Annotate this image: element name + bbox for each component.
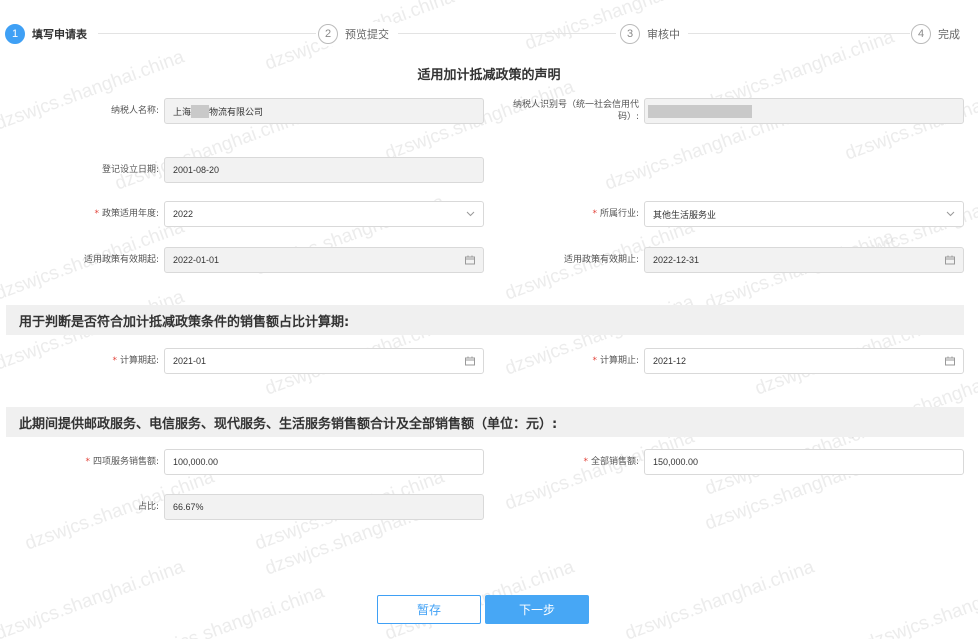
calendar-icon[interactable] bbox=[945, 356, 955, 366]
calc-end-label-text: 计算期止: bbox=[599, 356, 639, 366]
taxpayer-name-suffix: 物流有限公司 bbox=[209, 106, 264, 117]
calc-start-label: * 计算期起: bbox=[30, 355, 164, 367]
watermark-text: dzswjcs.shanghai.china bbox=[132, 581, 328, 639]
step-preview-submit: 2 预览提交 bbox=[318, 22, 395, 46]
step-label: 完成 bbox=[938, 28, 960, 41]
taxpayer-name-label: 纳税人名称: bbox=[110, 106, 159, 116]
taxpayer-id-row: 纳税人识别号（统一社会信用代 码）: bbox=[500, 98, 964, 124]
step-label: 审核中 bbox=[647, 28, 680, 41]
chevron-down-icon bbox=[946, 211, 955, 217]
calendar-icon bbox=[465, 255, 475, 265]
step-number: 4 bbox=[911, 24, 931, 44]
step-label: 预览提交 bbox=[345, 28, 389, 41]
taxpayer-id-label-line2: 码）: bbox=[617, 112, 639, 122]
calendar-icon[interactable] bbox=[465, 356, 475, 366]
section-calc-period: 用于判断是否符合加计抵减政策条件的销售额占比计算期: bbox=[6, 305, 964, 335]
policy-year-value: 2022 bbox=[173, 209, 194, 219]
section-sales-amounts: 此期间提供邮政服务、电信服务、现代服务、生活服务销售额合计及全部销售额（单位：元… bbox=[6, 407, 964, 437]
step-connector bbox=[98, 33, 316, 34]
ratio-row: 占比: 66.67% bbox=[30, 494, 484, 520]
step-fill-form: 1 填写申请表 bbox=[5, 22, 93, 46]
four-services-sales-input[interactable]: 100,000.00 bbox=[164, 449, 484, 475]
step-number: 2 bbox=[318, 24, 338, 44]
taxpayer-id-field bbox=[644, 98, 964, 124]
required-mark: * bbox=[592, 209, 597, 219]
calc-end-value: 2021-12 bbox=[653, 356, 687, 366]
four-services-sales-label: * 四项服务销售额: bbox=[30, 456, 164, 468]
valid-end-value: 2022-12-31 bbox=[653, 255, 700, 265]
industry-label-text: 所属行业: bbox=[599, 209, 639, 219]
taxpayer-name-prefix: 上海 bbox=[173, 106, 192, 117]
valid-start-row: 适用政策有效期起: 2022-01-01 bbox=[30, 247, 484, 273]
required-mark: * bbox=[583, 457, 588, 467]
total-sales-input[interactable]: 150,000.00 bbox=[644, 449, 964, 475]
taxpayer-name-field: 上海 物流有限公司 bbox=[164, 98, 484, 124]
policy-year-select[interactable]: 2022 bbox=[164, 201, 484, 227]
calc-end-picker[interactable]: 2021-12 bbox=[644, 348, 964, 374]
industry-row: * 所属行业: 其他生活服务业 bbox=[500, 201, 964, 227]
policy-year-label: * 政策适用年度: bbox=[30, 208, 164, 220]
reg-date-label: 登记设立日期: bbox=[101, 165, 159, 175]
step-label: 填写申请表 bbox=[32, 28, 87, 41]
total-sales-label: * 全部销售额: bbox=[500, 456, 644, 468]
calc-end-row: * 计算期止: 2021-12 bbox=[500, 348, 964, 374]
redaction-mask bbox=[191, 104, 210, 118]
step-connector bbox=[688, 33, 910, 34]
next-step-button[interactable]: 下一步 bbox=[485, 595, 589, 624]
valid-end-field: 2022-12-31 bbox=[644, 247, 964, 273]
calc-start-value: 2021-01 bbox=[173, 356, 207, 366]
policy-year-label-text: 政策适用年度: bbox=[101, 209, 159, 219]
industry-label: * 所属行业: bbox=[500, 208, 644, 220]
calc-start-row: * 计算期起: 2021-01 bbox=[30, 348, 484, 374]
reg-date-row: 登记设立日期: 2001-08-20 bbox=[30, 157, 484, 183]
four-services-sales-row: * 四项服务销售额: 100,000.00 bbox=[30, 449, 484, 475]
calendar-icon bbox=[945, 255, 955, 265]
required-mark: * bbox=[94, 209, 99, 219]
calc-start-picker[interactable]: 2021-01 bbox=[164, 348, 484, 374]
ratio-field: 66.67% bbox=[164, 494, 484, 520]
taxpayer-name-row: 纳税人名称: 上海 物流有限公司 bbox=[30, 98, 484, 124]
calc-end-label: * 计算期止: bbox=[500, 355, 644, 367]
ratio-label: 占比: bbox=[137, 502, 159, 512]
watermark-text: dzswjcs.shanghai.china bbox=[0, 556, 188, 639]
policy-year-row: * 政策适用年度: 2022 bbox=[30, 201, 484, 227]
four-services-sales-label-text: 四项服务销售额: bbox=[92, 457, 159, 467]
watermark-text: dzswjcs.shanghai.china bbox=[862, 566, 978, 639]
valid-end-row: 适用政策有效期止: 2022-12-31 bbox=[500, 247, 964, 273]
save-draft-button[interactable]: 暂存 bbox=[377, 595, 481, 624]
required-mark: * bbox=[112, 356, 117, 366]
valid-start-field: 2022-01-01 bbox=[164, 247, 484, 273]
industry-value: 其他生活服务业 bbox=[653, 209, 717, 220]
calc-start-label-text: 计算期起: bbox=[119, 356, 159, 366]
progress-stepper: 1 填写申请表 2 预览提交 3 审核中 4 完成 bbox=[0, 20, 978, 48]
reg-date-field: 2001-08-20 bbox=[164, 157, 484, 183]
step-number: 1 bbox=[5, 24, 25, 44]
step-number: 3 bbox=[620, 24, 640, 44]
valid-start-label: 适用政策有效期起: bbox=[83, 255, 159, 265]
watermark-text: dzswjcs.shanghai.china bbox=[622, 556, 818, 639]
total-sales-label-text: 全部销售额: bbox=[590, 457, 639, 467]
required-mark: * bbox=[85, 457, 90, 467]
step-connector bbox=[398, 33, 616, 34]
step-complete: 4 完成 bbox=[911, 22, 966, 46]
valid-start-value: 2022-01-01 bbox=[173, 255, 220, 265]
taxpayer-id-label-line1: 纳税人识别号（统一社会信用代 bbox=[512, 100, 639, 110]
step-under-review: 3 审核中 bbox=[620, 22, 686, 46]
valid-end-label: 适用政策有效期止: bbox=[563, 255, 639, 265]
taxpayer-id-label: 纳税人识别号（统一社会信用代 码）: bbox=[500, 99, 644, 123]
required-mark: * bbox=[592, 356, 597, 366]
redaction-mask bbox=[648, 104, 752, 118]
chevron-down-icon bbox=[466, 211, 475, 217]
form-title: 适用加计抵减政策的声明 bbox=[417, 68, 561, 83]
total-sales-row: * 全部销售额: 150,000.00 bbox=[500, 449, 964, 475]
industry-select[interactable]: 其他生活服务业 bbox=[644, 201, 964, 227]
